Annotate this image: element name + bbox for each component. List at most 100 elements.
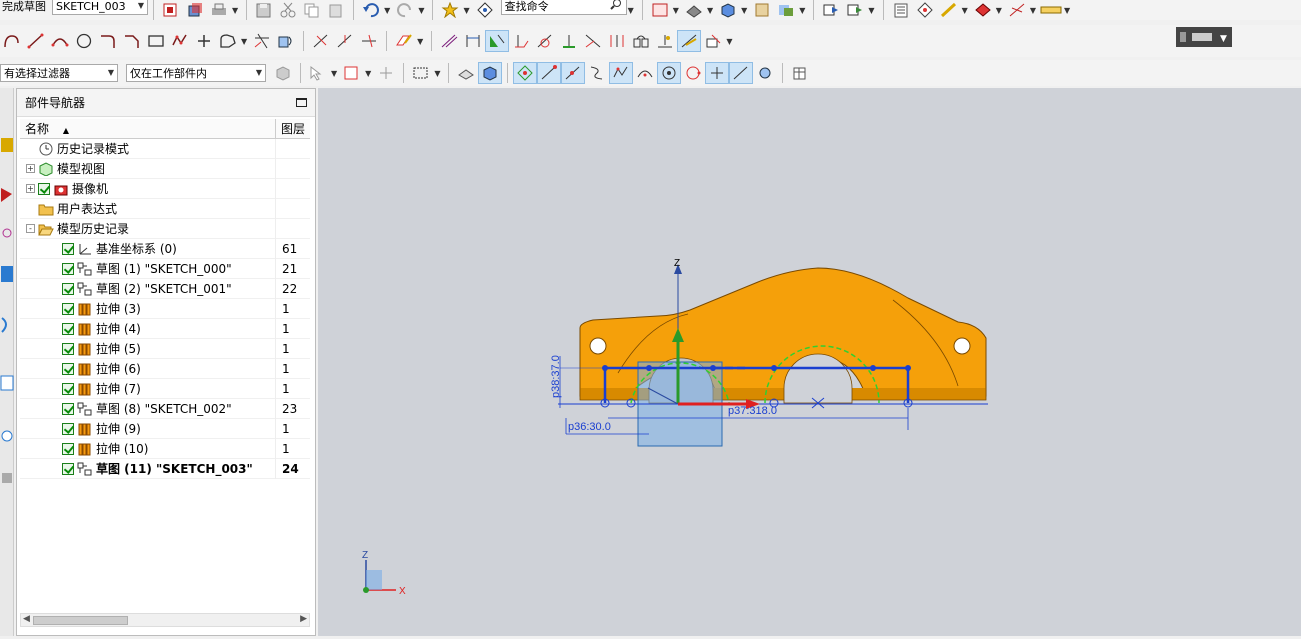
navigator-row[interactable]: 历史记录模式	[20, 138, 310, 159]
continuous-auto-dimension-icon[interactable]	[677, 30, 702, 52]
display-mode-button[interactable]: ▼	[1176, 27, 1232, 47]
navigator-row[interactable]: + 摄像机	[20, 178, 310, 199]
navigator-row[interactable]: 草图 (8) "SKETCH_002" 23	[20, 398, 310, 419]
column-layer-header[interactable]: 图层	[276, 119, 310, 138]
paste-icon[interactable]	[325, 0, 347, 20]
grid-icon[interactable]	[1006, 0, 1028, 20]
snap-control-point-icon[interactable]	[586, 63, 608, 83]
navigator-row[interactable]: 拉伸 (9) 1	[20, 418, 310, 439]
quick-extend-icon[interactable]	[334, 31, 356, 51]
visibility-checkbox[interactable]	[62, 302, 74, 315]
analysis-icon[interactable]	[972, 0, 994, 20]
visibility-checkbox[interactable]	[62, 242, 74, 255]
finish-sketch-button[interactable]: 完成草图	[2, 0, 46, 14]
print-icon[interactable]	[208, 0, 230, 20]
scrollbar-thumb[interactable]	[33, 616, 128, 625]
visibility-checkbox[interactable]	[62, 342, 74, 355]
convert-reference-icon[interactable]	[558, 31, 580, 51]
visibility-checkbox[interactable]	[62, 382, 74, 395]
navigator-row[interactable]: 拉伸 (4) 1	[20, 318, 310, 339]
layer-select-icon[interactable]	[789, 63, 811, 83]
mirror-curve-icon[interactable]	[438, 31, 460, 51]
make-corner-icon[interactable]	[358, 31, 380, 51]
navigator-row[interactable]: 用户表达式	[20, 198, 310, 219]
solid-block-icon[interactable]	[184, 0, 206, 20]
snap-bounded-icon[interactable]	[754, 63, 776, 83]
cut-icon[interactable]	[277, 0, 299, 20]
line-icon[interactable]	[25, 31, 47, 51]
measure-icon[interactable]	[938, 0, 960, 20]
move-cursor-icon[interactable]	[375, 63, 397, 83]
column-name-header[interactable]: 名称 ▲	[20, 119, 276, 138]
offset-curve-icon[interactable]	[275, 31, 297, 51]
snap-endpoint-icon[interactable]	[537, 62, 562, 84]
ruler-icon[interactable]	[1040, 0, 1062, 20]
command-finder-icon[interactable]	[474, 0, 496, 20]
navigator-row[interactable]: 草图 (11) "SKETCH_003" 24	[20, 458, 310, 479]
visibility-checkbox[interactable]	[62, 442, 74, 455]
visibility-checkbox[interactable]	[62, 262, 74, 275]
face-select-icon[interactable]	[455, 63, 477, 83]
circle-icon[interactable]	[73, 31, 95, 51]
snap-intersection-icon[interactable]	[609, 62, 634, 84]
navigator-row[interactable]: 拉伸 (6) 1	[20, 358, 310, 379]
navigator-row[interactable]: + 模型视图	[20, 158, 310, 179]
navigator-row[interactable]: 拉伸 (3) 1	[20, 298, 310, 319]
visibility-checkbox[interactable]	[38, 182, 50, 195]
expand-toggle[interactable]: +	[26, 164, 35, 173]
orient-view-icon[interactable]	[683, 0, 705, 20]
quick-trim-icon[interactable]	[251, 31, 273, 51]
visibility-checkbox[interactable]	[62, 422, 74, 435]
studio-spline-icon[interactable]	[217, 31, 239, 51]
type-filter-dropdown[interactable]: 有选择过滤器 ▼	[0, 64, 118, 82]
information-icon[interactable]	[890, 0, 912, 20]
layer-settings-icon[interactable]	[820, 0, 842, 20]
snap-arc-center-icon[interactable]	[634, 63, 656, 83]
relations-browser-icon[interactable]	[630, 31, 652, 51]
visibility-checkbox[interactable]	[62, 462, 74, 475]
selection-scope-dropdown[interactable]: 仅在工作部件内 ▼	[126, 64, 266, 82]
inferred-constraints-icon[interactable]	[606, 31, 628, 51]
render-style-icon[interactable]	[717, 0, 739, 20]
derived-line-icon[interactable]	[310, 31, 332, 51]
command-search-input[interactable]: 查找命令	[500, 0, 627, 15]
navigator-horizontal-scrollbar[interactable]: ◀ ▶	[20, 613, 310, 627]
rectangle-icon[interactable]	[145, 31, 167, 51]
navigator-row[interactable]: 草图 (1) "SKETCH_000" 21	[20, 258, 310, 279]
show-hide-icon[interactable]	[775, 0, 797, 20]
snap-endpoint-grid-icon[interactable]	[513, 62, 538, 84]
show-constraints-icon[interactable]	[510, 31, 532, 51]
collapse-toggle[interactable]: -	[26, 224, 35, 233]
rectangle-select-icon[interactable]	[410, 63, 432, 83]
arc-icon[interactable]	[49, 31, 71, 51]
view-fit-icon[interactable]	[649, 0, 671, 20]
navigator-row[interactable]: 拉伸 (5) 1	[20, 338, 310, 359]
alternate-solution-icon[interactable]	[582, 31, 604, 51]
select-by-intent-icon[interactable]	[341, 63, 363, 83]
navigator-row[interactable]: - 模型历史记录	[20, 218, 310, 239]
navigator-row[interactable]: 基准坐标系 (0) 61	[20, 238, 310, 259]
visibility-checkbox[interactable]	[62, 402, 74, 415]
snap-midpoint-icon[interactable]	[561, 62, 586, 84]
redo-icon[interactable]	[394, 0, 416, 20]
rapid-dimension-icon[interactable]	[462, 31, 484, 51]
select-cursor-icon[interactable]	[307, 63, 329, 83]
navigator-row[interactable]: 拉伸 (10) 1	[20, 438, 310, 459]
visibility-checkbox[interactable]	[62, 362, 74, 375]
visibility-checkbox[interactable]	[62, 282, 74, 295]
snap-point-on-face-icon[interactable]	[729, 62, 754, 84]
point-icon[interactable]	[193, 31, 215, 51]
maximize-panel-button[interactable]	[296, 98, 307, 107]
profile-icon[interactable]	[1, 31, 23, 51]
chamfer-icon[interactable]	[121, 31, 143, 51]
snap-quadrant-icon[interactable]	[682, 63, 704, 83]
move-to-layer-icon[interactable]	[844, 0, 866, 20]
snap-circle-center-icon[interactable]	[657, 62, 682, 84]
sketch-parameters-icon[interactable]	[702, 31, 724, 51]
auto-dimension-icon[interactable]	[534, 31, 556, 51]
geometric-constraint-icon[interactable]	[485, 30, 510, 52]
copy-icon[interactable]	[301, 0, 323, 20]
animate-dimension-icon[interactable]	[654, 31, 676, 51]
sketch-name-dropdown[interactable]: SKETCH_003 ▼	[52, 0, 148, 15]
navigator-row[interactable]: 拉伸 (7) 1	[20, 378, 310, 399]
